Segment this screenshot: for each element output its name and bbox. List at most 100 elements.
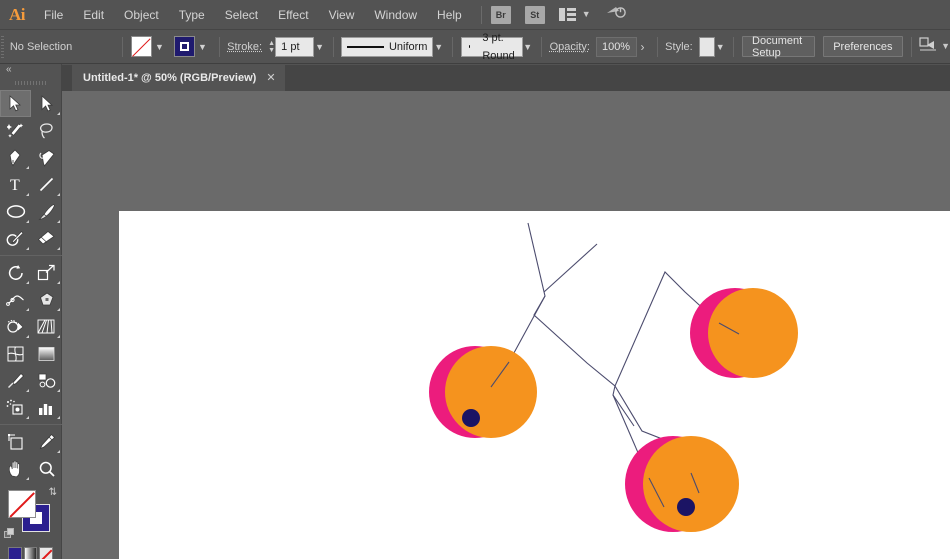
width-tool[interactable]	[0, 286, 31, 313]
menu-item-edit[interactable]: Edit	[73, 0, 114, 30]
lasso-tool[interactable]	[31, 117, 62, 144]
column-graph-tool[interactable]	[31, 394, 62, 421]
menu-item-effect[interactable]: Effect	[268, 0, 318, 30]
opacity-input[interactable]: 100%	[595, 36, 637, 57]
stroke-swatch[interactable]	[173, 36, 195, 57]
brush-definition-select[interactable]: Uniform	[341, 36, 434, 57]
menu-item-file[interactable]: File	[34, 0, 73, 30]
tool-more-indicator	[26, 335, 29, 338]
stroke-weight-dropdown-icon[interactable]: ▼	[314, 36, 324, 57]
stock-button[interactable]: St	[524, 5, 545, 24]
shaper-tool[interactable]	[0, 225, 31, 252]
ball-orange-circle	[445, 346, 537, 438]
graphic-style-swatch[interactable]	[698, 36, 715, 57]
round-profile-icon	[468, 45, 471, 48]
eraser-tool[interactable]	[31, 225, 62, 252]
stroke-dropdown-icon[interactable]: ▼	[195, 36, 211, 57]
menu-item-window[interactable]: Window	[364, 0, 427, 30]
width-profile-dropdown-icon[interactable]: ▼	[523, 36, 533, 57]
tool-grid: T	[0, 88, 62, 482]
fill-stroke-indicator: ⇅	[0, 486, 62, 544]
tool-more-indicator	[26, 389, 29, 392]
zoom-tool[interactable]	[31, 455, 62, 482]
opacity-more-icon[interactable]: ›	[637, 40, 649, 54]
fill-dropdown-icon[interactable]: ▼	[152, 36, 168, 57]
mesh-tool[interactable]	[0, 340, 31, 367]
menu-item-view[interactable]: View	[319, 0, 365, 30]
bridge-button[interactable]: Br	[490, 5, 511, 24]
hand-tool[interactable]	[0, 455, 31, 482]
free-transform-tool[interactable]	[31, 286, 62, 313]
document-tab[interactable]: Untitled-1* @ 50% (RGB/Preview) ✕	[72, 65, 285, 91]
fill-color-swatch[interactable]	[8, 490, 36, 518]
eyedropper-tool[interactable]	[0, 367, 31, 394]
slice-tool[interactable]	[31, 428, 62, 455]
align-dropdown-icon[interactable]: ▼	[941, 42, 950, 51]
type-tool[interactable]: T	[0, 171, 31, 198]
gradient-swatch-button[interactable]	[23, 547, 38, 559]
opacity-label[interactable]: Opacity:	[550, 41, 590, 53]
workspace-switcher[interactable]: ▼	[558, 8, 591, 21]
symbol-sprayer-tool[interactable]	[0, 394, 31, 421]
ball-right[interactable]	[690, 288, 798, 378]
pen-tool[interactable]	[0, 144, 31, 171]
menu-item-object[interactable]: Object	[114, 0, 169, 30]
tool-panel-grip[interactable]	[0, 78, 61, 88]
color-mode-buttons	[0, 544, 61, 559]
close-icon[interactable]: ✕	[266, 72, 275, 84]
none-swatch-button[interactable]	[39, 547, 54, 559]
scale-tool[interactable]	[31, 259, 62, 286]
line-segment-tool[interactable]	[31, 171, 62, 198]
path-segment-1	[527, 222, 635, 427]
divider	[656, 36, 658, 57]
canvas-area[interactable]	[62, 91, 950, 559]
shape-builder-tool[interactable]	[0, 313, 31, 340]
artboard-tool[interactable]	[0, 428, 31, 455]
document-tab-title: Untitled-1* @ 50% (RGB/Preview)	[83, 72, 257, 84]
ball-left[interactable]	[429, 346, 537, 438]
swap-fill-stroke-icon[interactable]: ⇅	[49, 487, 57, 498]
menu-item-help[interactable]: Help	[427, 0, 472, 30]
rotate-tool[interactable]	[0, 259, 31, 286]
chevron-down-icon: ▼	[581, 9, 591, 19]
stroke-weight-stepper[interactable]: ▲ ▼	[268, 37, 275, 57]
svg-text:T: T	[10, 177, 20, 193]
gradient-tool[interactable]	[31, 340, 62, 367]
illustrator-window: Ai File Edit Object Type Select Effect V…	[0, 0, 950, 559]
blend-tool[interactable]	[31, 367, 62, 394]
tool-panel-header[interactable]: «	[0, 64, 61, 78]
artboard[interactable]	[119, 211, 950, 559]
brush-definition-dropdown-icon[interactable]: ▼	[433, 36, 443, 57]
menu-item-select[interactable]: Select	[215, 0, 268, 30]
tool-more-indicator	[57, 220, 60, 223]
ball-orange-circle	[708, 288, 798, 378]
ellipse-tool[interactable]	[0, 198, 31, 225]
style-label: Style:	[665, 40, 693, 53]
selection-tool[interactable]	[0, 90, 31, 117]
document-setup-button[interactable]: Document Setup	[742, 35, 816, 59]
menu-item-type[interactable]: Type	[169, 0, 215, 30]
artwork[interactable]	[119, 211, 950, 559]
fill-swatch[interactable]	[130, 36, 152, 57]
graphic-style-dropdown-icon[interactable]: ▼	[715, 36, 725, 57]
perspective-grid-tool[interactable]	[31, 313, 62, 340]
stroke-weight-label[interactable]: Stroke:	[227, 41, 262, 53]
ball-bottom[interactable]	[625, 436, 739, 532]
align-objects-icon[interactable]	[919, 36, 937, 57]
variable-width-profile-select[interactable]: 3 pt. Round	[460, 32, 523, 62]
curvature-tool[interactable]	[31, 144, 62, 171]
selection-status: No Selection	[9, 40, 73, 53]
collapse-panel-icon[interactable]: «	[6, 64, 12, 75]
stroke-color-control[interactable]: ▼	[173, 30, 211, 64]
preferences-button[interactable]: Preferences	[823, 36, 903, 57]
search-adobe-stock-icon[interactable]	[605, 4, 627, 25]
stroke-weight-input[interactable]: 1 pt	[275, 36, 315, 57]
fill-control[interactable]: ▼	[130, 30, 168, 64]
color-swatch-button[interactable]	[8, 547, 22, 559]
magic-wand-tool[interactable]	[0, 117, 31, 144]
paintbrush-tool[interactable]	[31, 198, 62, 225]
tool-divider	[0, 424, 62, 425]
divider	[451, 36, 453, 57]
direct-selection-tool[interactable]	[31, 90, 62, 117]
default-fill-stroke-icon[interactable]	[4, 528, 15, 539]
